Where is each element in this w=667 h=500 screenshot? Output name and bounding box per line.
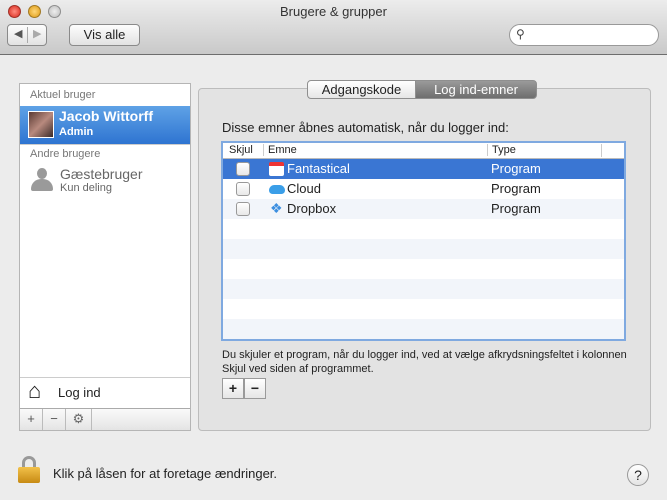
- calendar-icon: [269, 162, 284, 176]
- footnote: Du skjuler et program, når du logger ind…: [222, 349, 627, 375]
- search-input[interactable]: ⚲: [509, 24, 659, 46]
- cloud-icon: [269, 185, 285, 194]
- section-other-users: Andre brugere: [30, 148, 101, 160]
- item-name: Fantastical: [287, 161, 350, 176]
- window-title: Brugere & grupper: [280, 4, 387, 19]
- remove-user-button[interactable]: −: [43, 409, 66, 430]
- column-item[interactable]: Emne: [263, 144, 297, 156]
- table-body: Fantastical Program Cloud Program ❖ Drop…: [223, 159, 624, 339]
- remove-item-button[interactable]: −: [244, 378, 266, 399]
- item-name: Cloud: [287, 181, 321, 196]
- forward-arrow-icon[interactable]: ▶: [33, 27, 41, 40]
- add-item-button[interactable]: +: [222, 378, 244, 399]
- toolbar: Brugere & grupper ◀ ▶ Vis alle ⚲: [0, 0, 667, 55]
- avatar: [28, 111, 54, 138]
- house-icon: ⌂: [28, 378, 42, 403]
- show-all-button[interactable]: Vis alle: [69, 24, 140, 46]
- person-icon: [31, 168, 53, 192]
- user-list: Aktuel bruger Jacob Wittorff Admin Andre…: [19, 83, 191, 431]
- table-header: Skjul Emne Type: [223, 143, 624, 159]
- intro-text: Disse emner åbnes automatisk, når du log…: [222, 120, 509, 135]
- add-user-button[interactable]: +: [20, 409, 43, 430]
- tab-password[interactable]: Adgangskode: [307, 80, 416, 99]
- table-row[interactable]: Fantastical Program: [223, 159, 624, 179]
- login-options-label: Log ind: [58, 385, 101, 400]
- column-type[interactable]: Type: [487, 144, 516, 156]
- item-type: Program: [491, 161, 541, 176]
- help-button[interactable]: ?: [627, 464, 649, 486]
- hide-checkbox[interactable]: [236, 162, 250, 176]
- dropbox-icon: ❖: [270, 200, 283, 216]
- item-name: Dropbox: [287, 201, 337, 216]
- login-options-item[interactable]: ⌂ Log ind: [20, 377, 190, 407]
- table-row[interactable]: ❖ Dropbox Program: [223, 199, 624, 219]
- user-name: Jacob Wittorff: [59, 108, 153, 124]
- table-row[interactable]: Cloud Program: [223, 179, 624, 199]
- user-guest[interactable]: Gæstebruger Kun deling: [20, 162, 190, 198]
- back-arrow-icon[interactable]: ◀: [14, 27, 22, 40]
- lock-icon[interactable]: [18, 456, 40, 484]
- guest-name: Gæstebruger: [60, 166, 143, 182]
- tab-login-items[interactable]: Log ind-emner: [415, 80, 537, 99]
- item-type: Program: [491, 201, 541, 216]
- column-hide[interactable]: Skjul: [229, 144, 253, 156]
- search-icon: ⚲: [516, 27, 525, 41]
- item-type: Program: [491, 181, 541, 196]
- lock-text: Klik på låsen for at foretage ændringer.: [53, 466, 278, 481]
- section-current-user: Aktuel bruger: [30, 89, 96, 101]
- hide-checkbox[interactable]: [236, 182, 250, 196]
- hide-checkbox[interactable]: [236, 202, 250, 216]
- user-role: Admin: [59, 126, 94, 138]
- back-forward-control[interactable]: ◀ ▶: [7, 24, 47, 46]
- gear-icon[interactable]: ⚙: [66, 409, 92, 430]
- user-jacob-wittorff[interactable]: Jacob Wittorff Admin: [20, 106, 190, 144]
- login-items-table: Skjul Emne Type Fantastical Program Clou…: [221, 141, 626, 341]
- guest-role: Kun deling: [60, 182, 112, 194]
